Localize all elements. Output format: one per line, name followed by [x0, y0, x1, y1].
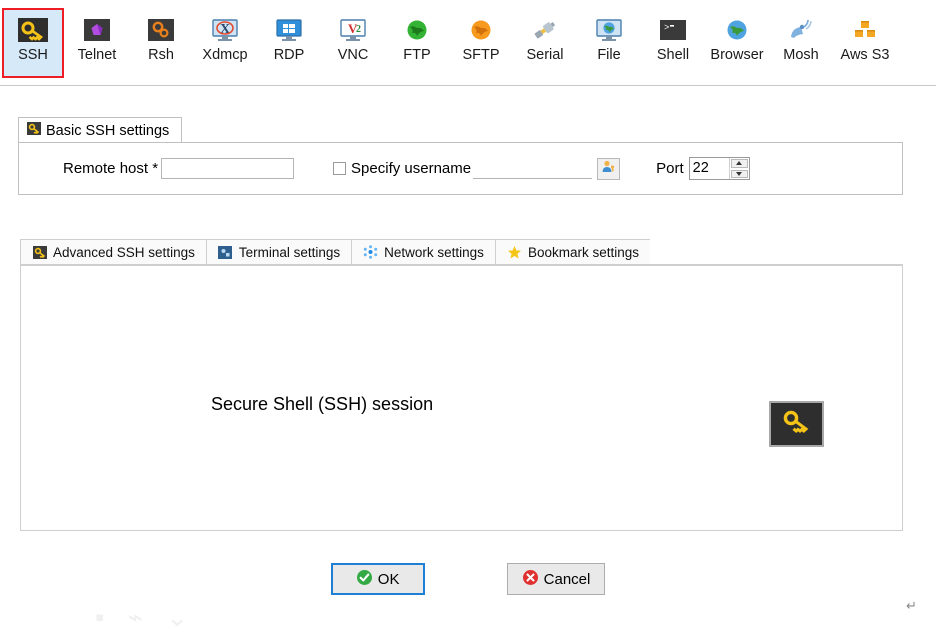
session-type-mosh[interactable]: Mosh: [770, 8, 832, 78]
session-type-label: File: [597, 47, 621, 63]
specify-username-checkbox[interactable]: [333, 162, 347, 175]
svg-text:>: >: [664, 23, 669, 33]
port-value[interactable]: 22: [690, 158, 729, 179]
remote-host-label: Remote host *: [63, 160, 159, 177]
session-type-label: SFTP: [462, 47, 500, 63]
vnc-monitor-icon: V 2: [336, 16, 370, 43]
port-label: Port: [656, 160, 684, 177]
session-type-rdp[interactable]: RDP: [258, 8, 320, 78]
serial-plug-icon: [528, 16, 562, 43]
shell-console-icon: >: [656, 16, 690, 43]
port-increment-button[interactable]: [730, 159, 748, 168]
session-type-serial[interactable]: Serial: [514, 8, 576, 78]
settings-tabstrip: Advanced SSH settings Terminal settings: [20, 239, 903, 265]
mosh-satellite-icon: [784, 16, 818, 43]
session-description: Secure Shell (SSH) session: [211, 394, 434, 414]
user-key-icon: [601, 159, 616, 179]
chevron-up-icon: [736, 161, 743, 166]
session-type-xdmcp[interactable]: X Xdmcp: [194, 8, 256, 78]
dialog-footer: OK Cancel: [0, 563, 936, 603]
basic-ssh-settings-body: Remote host * Specify username Port 22: [18, 142, 903, 195]
basic-ssh-settings-group: Basic SSH settings Remote host * Specify…: [18, 117, 903, 195]
tabstrip-filler: [649, 239, 903, 265]
session-type-toolbar: SSH Telnet Rsh X Xdmcp RDP V 2 VNC FTP S…: [0, 0, 936, 86]
tab-bookmark-settings[interactable]: Bookmark settings: [494, 239, 650, 265]
key-icon: [32, 245, 47, 260]
session-type-ssh[interactable]: SSH: [2, 8, 64, 78]
tab-label: Advanced SSH settings: [53, 244, 195, 260]
session-type-label: Shell: [656, 47, 690, 63]
ftp-green-globe-icon: [400, 16, 434, 43]
telnet-gem-icon: [80, 16, 114, 43]
specify-username-label: Specify username: [351, 160, 472, 177]
green-check-icon: [356, 569, 373, 590]
ssh-key-badge: [769, 401, 824, 447]
tab-label: Network settings: [384, 244, 484, 260]
session-type-sftp[interactable]: SFTP: [450, 8, 512, 78]
ok-button-label: OK: [377, 570, 400, 588]
port-decrement-button[interactable]: [730, 169, 748, 178]
background-watermark: ▪ ⌁ ⌄: [95, 602, 197, 632]
tab-advanced-ssh-settings[interactable]: Advanced SSH settings: [20, 239, 206, 265]
cancel-button-label: Cancel: [543, 570, 591, 588]
session-type-label: Xdmcp: [202, 47, 248, 63]
settings-tab-control: Advanced SSH settings Terminal settings: [20, 239, 903, 531]
browser-globe-icon: [720, 16, 754, 43]
rsh-gears-icon: [144, 16, 178, 43]
sftp-orange-globe-icon: [464, 16, 498, 43]
session-type-label: Browser: [710, 47, 764, 63]
basic-ssh-settings-tab-label: Basic SSH settings: [46, 122, 170, 139]
port-spinner[interactable]: 22: [688, 157, 750, 180]
session-type-telnet[interactable]: Telnet: [66, 8, 128, 78]
svg-text:2: 2: [356, 24, 361, 35]
session-type-file[interactable]: File: [578, 8, 640, 78]
terminal-icon: [218, 245, 233, 260]
tab-terminal-settings[interactable]: Terminal settings: [205, 239, 352, 265]
session-type-aws-s3[interactable]: Aws S3: [834, 8, 896, 78]
chevron-down-icon: [736, 171, 743, 176]
tab-label: Terminal settings: [238, 244, 341, 260]
session-type-ftp[interactable]: FTP: [386, 8, 448, 78]
remote-host-input[interactable]: [161, 158, 295, 179]
ssh-key-icon: [780, 408, 814, 441]
session-type-shell[interactable]: > Shell: [642, 8, 704, 78]
session-type-label: Rsh: [148, 47, 174, 63]
network-dots-icon: [363, 245, 378, 260]
session-type-label: SSH: [18, 47, 48, 63]
user-key-icon-button[interactable]: [597, 157, 621, 180]
basic-group-tabstrip: Basic SSH settings: [18, 117, 903, 143]
session-type-label: Serial: [526, 47, 564, 63]
username-input[interactable]: [473, 158, 593, 179]
ok-button[interactable]: OK: [330, 563, 425, 595]
key-icon: [27, 122, 41, 139]
red-x-icon: [522, 569, 539, 590]
session-type-label: Mosh: [783, 47, 819, 63]
session-type-label: RDP: [273, 47, 305, 63]
tab-network-settings[interactable]: Network settings: [351, 239, 495, 265]
cancel-button[interactable]: Cancel: [506, 563, 606, 595]
session-type-label: FTP: [403, 47, 431, 63]
return-mark: ↵: [906, 598, 917, 613]
session-type-label: VNC: [337, 47, 369, 63]
basic-ssh-settings-tab[interactable]: Basic SSH settings: [18, 117, 183, 143]
ssh-key-icon: [16, 16, 50, 43]
session-type-rsh[interactable]: Rsh: [130, 8, 192, 78]
port-spinner-arrows: [728, 158, 749, 179]
xdmcp-monitor-icon: X: [208, 16, 242, 43]
rdp-windows-icon: [272, 16, 306, 43]
session-type-browser[interactable]: Browser: [706, 8, 768, 78]
file-monitor-globe-icon: [592, 16, 626, 43]
settings-tab-panel: Secure Shell (SSH) session: [20, 265, 903, 531]
session-type-vnc[interactable]: V 2 VNC: [322, 8, 384, 78]
session-type-label: Aws S3: [840, 47, 890, 63]
tab-label: Bookmark settings: [527, 244, 639, 260]
star-icon: [507, 245, 522, 260]
session-type-label: Telnet: [77, 47, 117, 63]
aws-s3-boxes-icon: [848, 16, 882, 43]
